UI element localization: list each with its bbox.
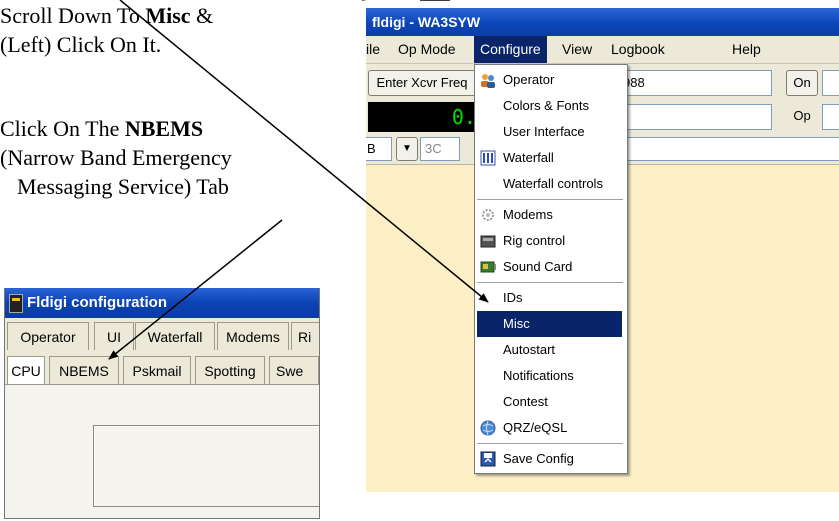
tab-rig[interactable]: Ri [291,322,319,350]
menu-item-waterfall[interactable]: Waterfall [475,145,627,171]
call-field[interactable] [822,70,839,96]
tab-sweet[interactable]: Swe [269,356,319,384]
config-panel [5,384,319,518]
menu-bar: ile Op Mode Configure View Logbook Help [366,36,839,64]
main-window-title: fldigi - WA3SYW [372,14,481,30]
menu-item-colors-fonts[interactable]: Colors & Fonts [475,93,627,119]
config-window: Fldigi configuration Operator UI Waterfa… [4,288,320,519]
instruction-text: & [190,3,214,28]
menu-logbook[interactable]: Logbook [611,36,665,63]
menu-item-modems[interactable]: Modems [475,202,627,228]
menu-item-notifications[interactable]: Notifications [475,363,627,389]
tab-waterfall[interactable]: Waterfall [135,322,215,350]
menu-item-waterfall-controls[interactable]: Waterfall controls [475,171,627,197]
tab-pskmail[interactable]: Pskmail [123,356,191,384]
menu-item-autostart[interactable]: Autostart [475,337,627,363]
op-label: Op [793,108,811,123]
save-icon [480,451,496,467]
config-title-bar[interactable]: Fldigi configuration [5,288,319,318]
menu-op-mode[interactable]: Op Mode [398,36,456,63]
instruction-text: Scroll Down To [0,3,146,28]
menu-item-misc[interactable]: Misc [477,311,622,337]
instruction-emphasis-nbems: NBEMS [124,116,204,141]
modems-icon [482,209,494,221]
globe-icon [480,420,496,436]
menu-item-ids[interactable]: IDs [475,285,627,311]
instruction-text: Click On The [0,116,125,141]
menu-configure[interactable]: Configure [474,36,547,63]
operator-icon [481,74,495,88]
mode-select[interactable]: B [366,137,392,161]
fldigi-app-icon [9,294,23,313]
rig-control-icon [480,235,496,248]
config-tabs-row1: Operator UI Waterfall Modems Ri [5,320,319,352]
enter-xcvr-freq-button[interactable]: Enter Xcvr Freq [368,70,476,96]
instruction-text: Messaging Service) Tab [17,174,229,199]
menu-item-contest[interactable]: Contest [475,389,627,415]
freq-entry-field[interactable]: 988 [620,70,772,96]
instruction-step-misc: Scroll Down To Misc & (Left) Click On It… [0,1,213,59]
menu-help[interactable]: Help [732,36,761,63]
tab-nbems[interactable]: NBEMS [49,356,119,384]
config-group-box [93,425,319,507]
tab-modems[interactable]: Modems [217,322,289,350]
config-tabs-row2: CPU NBEMS Pskmail Spotting Swe [5,354,319,384]
config-window-title: Fldigi configuration [27,294,167,311]
frequency-display: 0. [368,102,480,132]
menu-item-save-config[interactable]: Save Config [475,446,627,472]
menu-separator [477,443,623,445]
tab-operator[interactable]: Operator [7,322,89,350]
tab-spotting[interactable]: Spotting [195,356,265,384]
bandwidth-field[interactable]: 3C [420,137,460,161]
configure-dropdown-menu: Operator Colors & Fonts User Interface W… [474,64,628,474]
menu-separator [477,282,623,284]
instruction-step-nbems: Click On The NBEMS (Narrow Band Emergenc… [0,114,246,201]
qth-field[interactable] [620,137,839,161]
main-title-bar[interactable]: fldigi - WA3SYW [366,8,839,36]
menu-view[interactable]: View [562,36,592,63]
on-button[interactable]: On [786,70,818,96]
tab-ui[interactable]: UI [94,322,134,350]
instruction-text: (Narrow Band Emergency [0,145,232,170]
instruction-text: (Left) Click On It. [0,32,162,57]
menu-file[interactable]: ile [366,36,380,63]
text-field[interactable] [620,104,772,130]
menu-item-rig-control[interactable]: Rig control [475,228,627,254]
menu-item-qrz-eqsl[interactable]: QRZ/eQSL [475,415,627,441]
tab-cpu[interactable]: CPU [7,356,45,384]
sound-card-icon [480,261,496,273]
menu-item-operator[interactable]: Operator [475,67,627,93]
waterfall-icon [480,150,496,166]
instruction-emphasis-misc: Misc [145,3,191,28]
chevron-down-icon[interactable]: ▼ [396,137,418,161]
menu-item-sound-card[interactable]: Sound Card [475,254,627,280]
menu-separator [477,199,623,201]
op-field[interactable] [822,104,839,130]
menu-item-user-interface[interactable]: User Interface [475,119,627,145]
